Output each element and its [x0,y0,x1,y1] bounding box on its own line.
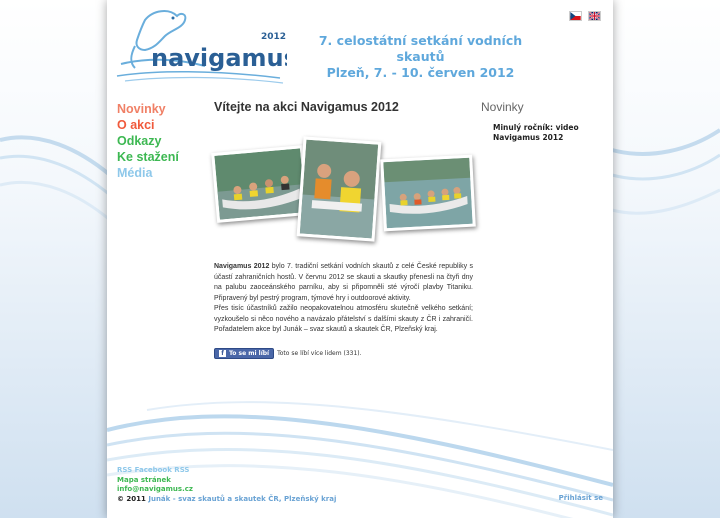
copyright-link[interactable]: Junák - svaz skautů a skautek ČR, Plzeňs… [148,495,336,503]
facebook-like-label: To se mi líbí [229,349,270,357]
logo-year: 2012 [261,32,286,42]
footer: RSS Facebook RSS Mapa stránek info@navig… [117,466,336,504]
language-switcher [569,11,601,21]
nav-label[interactable]: Odkazy [117,134,161,148]
event-title: 7. celostátní setkání vodních skautů [318,33,523,64]
facebook-like-count: Toto se líbí více lidem (331). [277,349,362,357]
main-content: Vítejte na akci Navigamus 2012 Navigamus… [211,100,476,359]
event-header: 7. celostátní setkání vodních skautů Plz… [303,33,538,81]
photo-collage [211,136,476,244]
nav-label[interactable]: Média [117,166,152,180]
nav-item-ke-stazeni[interactable]: Ke stažení [117,149,179,165]
facebook-like-button[interactable]: f To se mi líbí [214,347,275,359]
photo-raft-1 [211,145,309,223]
copyright-text: © 2011 [117,494,146,503]
nav-label[interactable]: O akci [117,118,155,132]
news-title-line2[interactable]: Navigamus 2012 [493,133,596,143]
email-link[interactable]: info@navigamus.cz [117,485,193,493]
second-paragraph: Přes tisíc účastníků zažilo neopakovatel… [214,305,473,333]
navigamus-logo[interactable]: 2012 navigamus [115,6,298,84]
rss-link[interactable]: RSS Facebook RSS [117,466,189,474]
intro-text: Navigamus 2012 bylo 7. tradiční setkání … [214,262,473,336]
page-title: Vítejte na akci Navigamus 2012 [214,100,399,114]
facebook-icon: f [219,349,226,357]
intro-highlight: Navigamus 2012 [214,263,270,270]
photo-kids [296,136,382,242]
sitemap-link[interactable]: Mapa stránek [117,476,171,484]
sidebar-title: Novinky [481,100,524,114]
nav-item-media[interactable]: Média [117,165,179,181]
intro-paragraph: Navigamus 2012 bylo 7. tradiční setkání … [214,262,473,304]
page-container: 2012 navigamus 7. celostátní setkání vod… [107,0,613,518]
main-navigation: Novinky O akci Odkazy Ke stažení Média [117,101,179,181]
login-link[interactable]: Přihlásit se [559,494,603,502]
facebook-like: f To se mi líbí Toto se líbí více lidem … [214,347,473,359]
czech-flag-icon[interactable] [569,11,582,21]
nav-item-odkazy[interactable]: Odkazy [117,133,179,149]
news-item-video[interactable]: Minulý ročník: video Navigamus 2012 [493,123,596,143]
nav-item-o-akci[interactable]: O akci [117,117,179,133]
uk-flag-icon[interactable] [588,11,601,21]
logo-name: navigamus [151,44,287,72]
news-sidebar: Novinky Minulý ročník: video Navigamus 2… [481,100,596,143]
news-title-line1[interactable]: Minulý ročník: video [493,123,596,133]
event-date-place: Plzeň, 7. - 10. červen 2012 [326,65,515,80]
nav-item-novinky[interactable]: Novinky [117,101,179,117]
nav-label[interactable]: Novinky [117,102,166,116]
nav-label[interactable]: Ke stažení [117,150,179,164]
photo-raft-2 [380,154,476,232]
